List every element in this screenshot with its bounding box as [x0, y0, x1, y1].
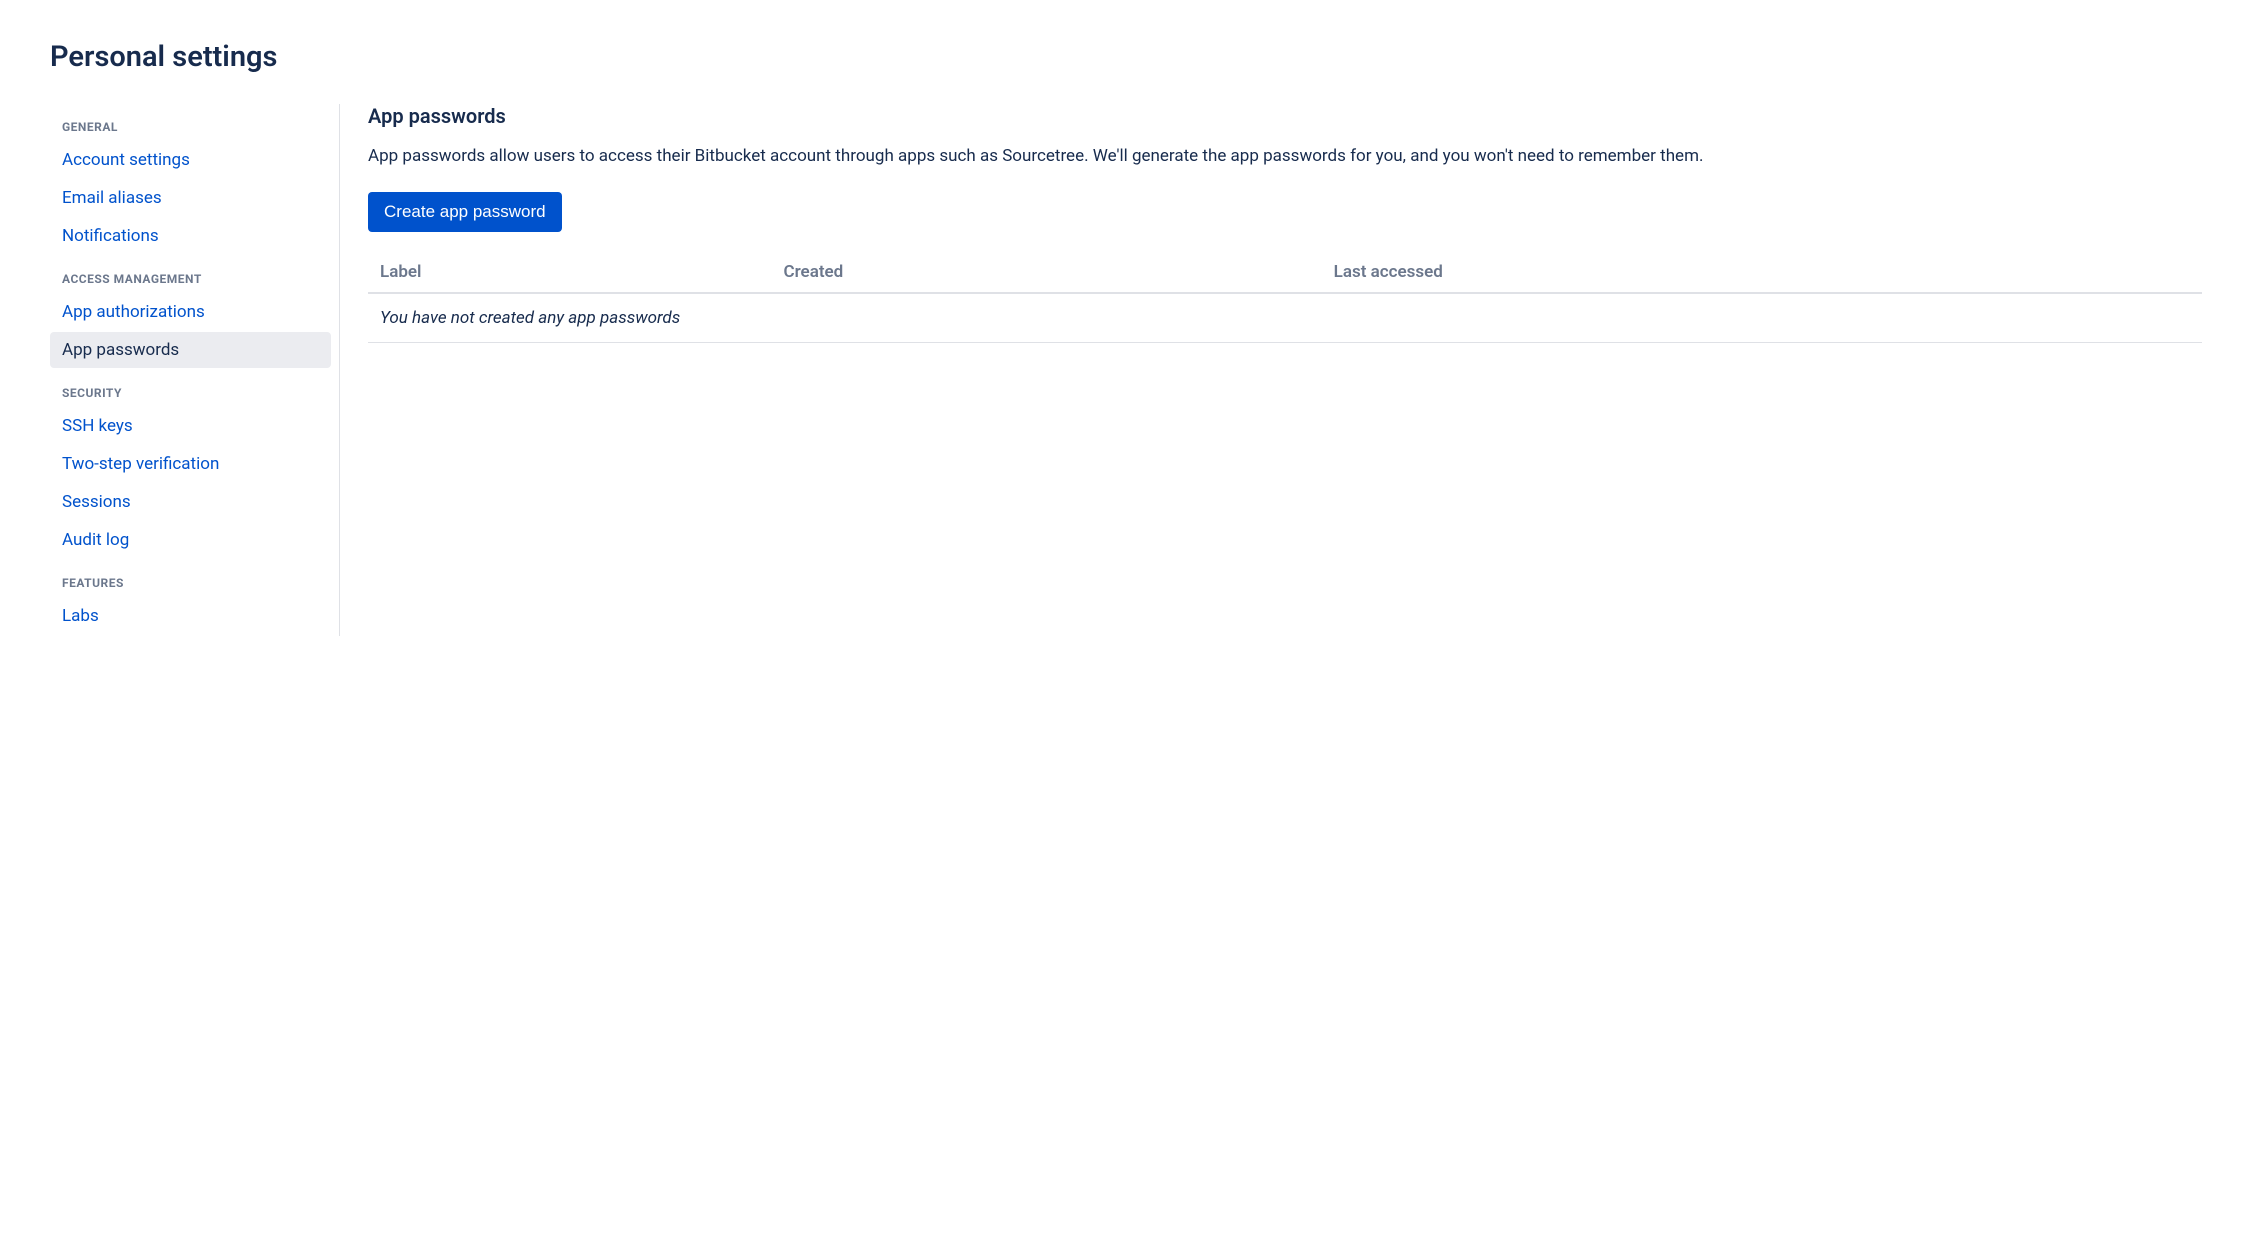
- table-header-created: Created: [771, 252, 1321, 293]
- sidebar-item-sessions[interactable]: Sessions: [50, 484, 331, 520]
- sidebar-item-app-passwords[interactable]: App passwords: [50, 332, 331, 368]
- table-header-label: Label: [368, 252, 771, 293]
- table-header-row: Label Created Last accessed: [368, 252, 2202, 293]
- table-empty-state: You have not created any app passwords: [368, 293, 2202, 343]
- sidebar-item-email-aliases[interactable]: Email aliases: [50, 180, 331, 216]
- main-description: App passwords allow users to access thei…: [368, 144, 2202, 170]
- sidebar-item-account-settings[interactable]: Account settings: [50, 142, 331, 178]
- sidebar-item-ssh-keys[interactable]: SSH keys: [50, 408, 331, 444]
- sidebar-item-app-authorizations[interactable]: App authorizations: [50, 294, 331, 330]
- sidebar-item-two-step-verification[interactable]: Two-step verification: [50, 446, 331, 482]
- sidebar-item-notifications[interactable]: Notifications: [50, 218, 331, 254]
- create-app-password-button[interactable]: Create app password: [368, 192, 562, 232]
- main-content: App passwords App passwords allow users …: [340, 104, 2202, 636]
- table-header-last-accessed: Last accessed: [1322, 252, 2202, 293]
- page-title: Personal settings: [50, 40, 2202, 74]
- sidebar-section-features: FEATURES: [50, 560, 339, 596]
- sidebar-section-access-management: ACCESS MANAGEMENT: [50, 256, 339, 292]
- sidebar-section-general: GENERAL: [50, 104, 339, 140]
- sidebar-item-audit-log[interactable]: Audit log: [50, 522, 331, 558]
- sidebar-section-security: SECURITY: [50, 370, 339, 406]
- sidebar-item-labs[interactable]: Labs: [50, 598, 331, 634]
- table-row: You have not created any app passwords: [368, 293, 2202, 343]
- app-passwords-table: Label Created Last accessed You have not…: [368, 252, 2202, 343]
- main-title: App passwords: [368, 104, 2202, 128]
- sidebar: GENERAL Account settings Email aliases N…: [50, 104, 340, 636]
